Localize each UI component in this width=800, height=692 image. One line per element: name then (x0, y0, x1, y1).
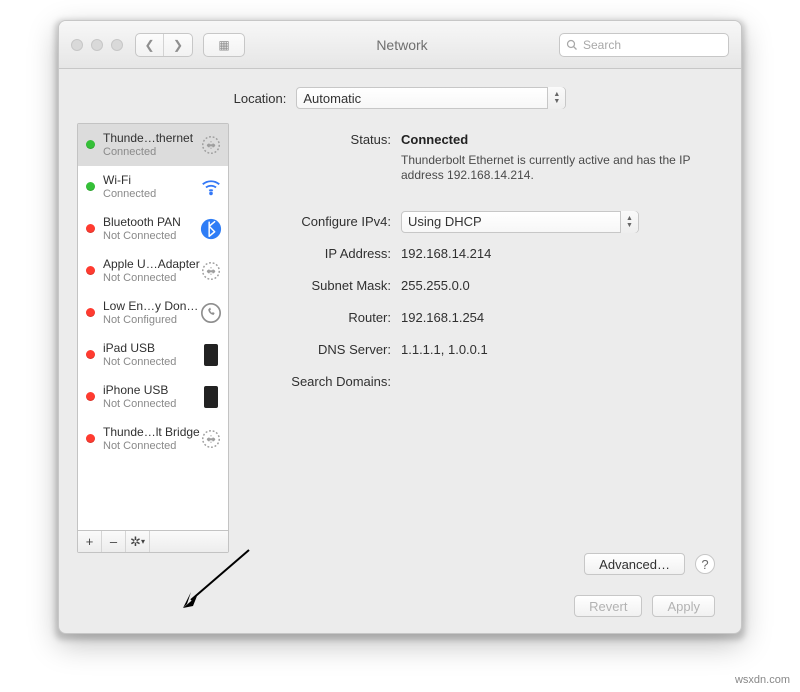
close-icon[interactable] (71, 39, 83, 51)
zoom-icon[interactable] (111, 39, 123, 51)
detail-pane: Status: Connected Thunderbolt Ethernet i… (247, 123, 723, 553)
svg-text:‹··›: ‹··› (207, 436, 214, 442)
wifi-icon (200, 176, 222, 198)
service-actions-button[interactable]: ✲▾ (126, 531, 150, 552)
toolbar: ❮ ❯ ▦ Network Search (59, 21, 741, 69)
service-status: Connected (103, 187, 200, 201)
service-name: iPhone USB (103, 383, 200, 397)
ethernet-icon: ‹··› (200, 134, 222, 156)
device-icon (200, 344, 222, 366)
status-dot-icon (86, 434, 95, 443)
content: Location: Automatic ▲▼ Thunde…thernetCon… (59, 69, 741, 633)
configure-ipv4-value: Using DHCP (408, 211, 482, 233)
service-name: Apple U…Adapter (103, 257, 200, 271)
status-dot-icon (86, 224, 95, 233)
status-description: Thunderbolt Ethernet is currently active… (401, 153, 701, 183)
annotation-arrow (181, 544, 261, 614)
location-value: Automatic (303, 91, 361, 106)
service-name: Low En…y Dongle (103, 299, 200, 313)
apply-button[interactable]: Apply (652, 595, 715, 617)
sidebar-item[interactable]: iPad USBNot Connected (78, 334, 228, 376)
sidebar-item[interactable]: Thunde…thernetConnected ‹··› (78, 124, 228, 166)
service-name: iPad USB (103, 341, 200, 355)
status-label: Status: (251, 129, 401, 151)
service-status: Not Connected (103, 229, 200, 243)
forward-button[interactable]: ❯ (164, 33, 192, 57)
location-popup[interactable]: Automatic ▲▼ (296, 87, 566, 109)
status-dot-icon (86, 392, 95, 401)
add-service-button[interactable]: + (78, 531, 102, 552)
chevron-updown-icon: ▲▼ (620, 211, 638, 233)
field-label: Search Domains: (251, 371, 401, 393)
remove-service-button[interactable]: – (102, 531, 126, 552)
grid-icon: ▦ (218, 38, 229, 52)
show-all-button[interactable]: ▦ (203, 33, 245, 57)
service-status: Connected (103, 145, 200, 159)
service-sidebar: Thunde…thernetConnected‹··›Wi-FiConnecte… (77, 123, 229, 553)
status-value: Connected (401, 132, 468, 147)
status-dot-icon (86, 308, 95, 317)
service-status: Not Connected (103, 271, 200, 285)
location-label: Location: (234, 91, 287, 106)
service-name: Thunde…thernet (103, 131, 200, 145)
ethernet-icon: ‹··› (200, 260, 222, 282)
svg-text:‹··›: ‹··› (207, 268, 214, 274)
field-label: IP Address: (251, 243, 401, 265)
status-dot-icon (86, 350, 95, 359)
service-list[interactable]: Thunde…thernetConnected‹··›Wi-FiConnecte… (78, 124, 228, 530)
sidebar-item[interactable]: Wi-FiConnected (78, 166, 228, 208)
service-name: Thunde…lt Bridge (103, 425, 200, 439)
sidebar-item[interactable]: iPhone USBNot Connected (78, 376, 228, 418)
service-status: Not Connected (103, 397, 200, 411)
sidebar-item[interactable]: Thunde…lt BridgeNot Connected ‹··› (78, 418, 228, 460)
window-title: Network (245, 37, 559, 53)
window-controls[interactable] (71, 39, 123, 51)
service-status: Not Connected (103, 355, 200, 369)
ethernet-icon: ‹··› (200, 428, 222, 450)
nav-segment[interactable]: ❮ ❯ (135, 33, 193, 57)
svg-text:‹··›: ‹··› (207, 142, 214, 148)
sidebar-item[interactable]: Bluetooth PANNot Connected (78, 208, 228, 250)
phone-icon (200, 302, 222, 324)
field-label: Subnet Mask: (251, 275, 401, 297)
sidebar-toolbar: + – ✲▾ (78, 530, 228, 552)
field-label: Router: (251, 307, 401, 329)
service-status: Not Connected (103, 439, 200, 453)
revert-button[interactable]: Revert (574, 595, 642, 617)
status-dot-icon (86, 266, 95, 275)
back-button[interactable]: ❮ (136, 33, 164, 57)
advanced-button[interactable]: Advanced… (584, 553, 685, 575)
search-icon (566, 39, 578, 51)
field-value: 255.255.0.0 (401, 275, 719, 297)
minimize-icon[interactable] (91, 39, 103, 51)
sidebar-item[interactable]: Apple U…AdapterNot Connected ‹··› (78, 250, 228, 292)
search-input[interactable]: Search (559, 33, 729, 57)
prefpane-window: ❮ ❯ ▦ Network Search Location: Automatic… (58, 20, 742, 634)
configure-ipv4-label: Configure IPv4: (251, 211, 401, 233)
service-name: Bluetooth PAN (103, 215, 200, 229)
field-label: DNS Server: (251, 339, 401, 361)
service-name: Wi-Fi (103, 173, 200, 187)
search-placeholder: Search (583, 38, 621, 52)
help-button[interactable]: ? (695, 554, 715, 574)
field-value: 1.1.1.1, 1.0.0.1 (401, 339, 719, 361)
device-icon (200, 386, 222, 408)
service-status: Not Configured (103, 313, 200, 327)
watermark: wsxdn.com (735, 674, 790, 686)
gear-icon: ✲ (130, 534, 141, 550)
bluetooth-icon (200, 218, 222, 240)
field-value: 192.168.1.254 (401, 307, 719, 329)
sidebar-item[interactable]: Low En…y DongleNot Configured (78, 292, 228, 334)
status-dot-icon (86, 140, 95, 149)
configure-ipv4-popup[interactable]: Using DHCP ▲▼ (401, 211, 639, 233)
field-value: 192.168.14.214 (401, 243, 719, 265)
status-dot-icon (86, 182, 95, 191)
chevron-updown-icon: ▲▼ (547, 87, 565, 109)
